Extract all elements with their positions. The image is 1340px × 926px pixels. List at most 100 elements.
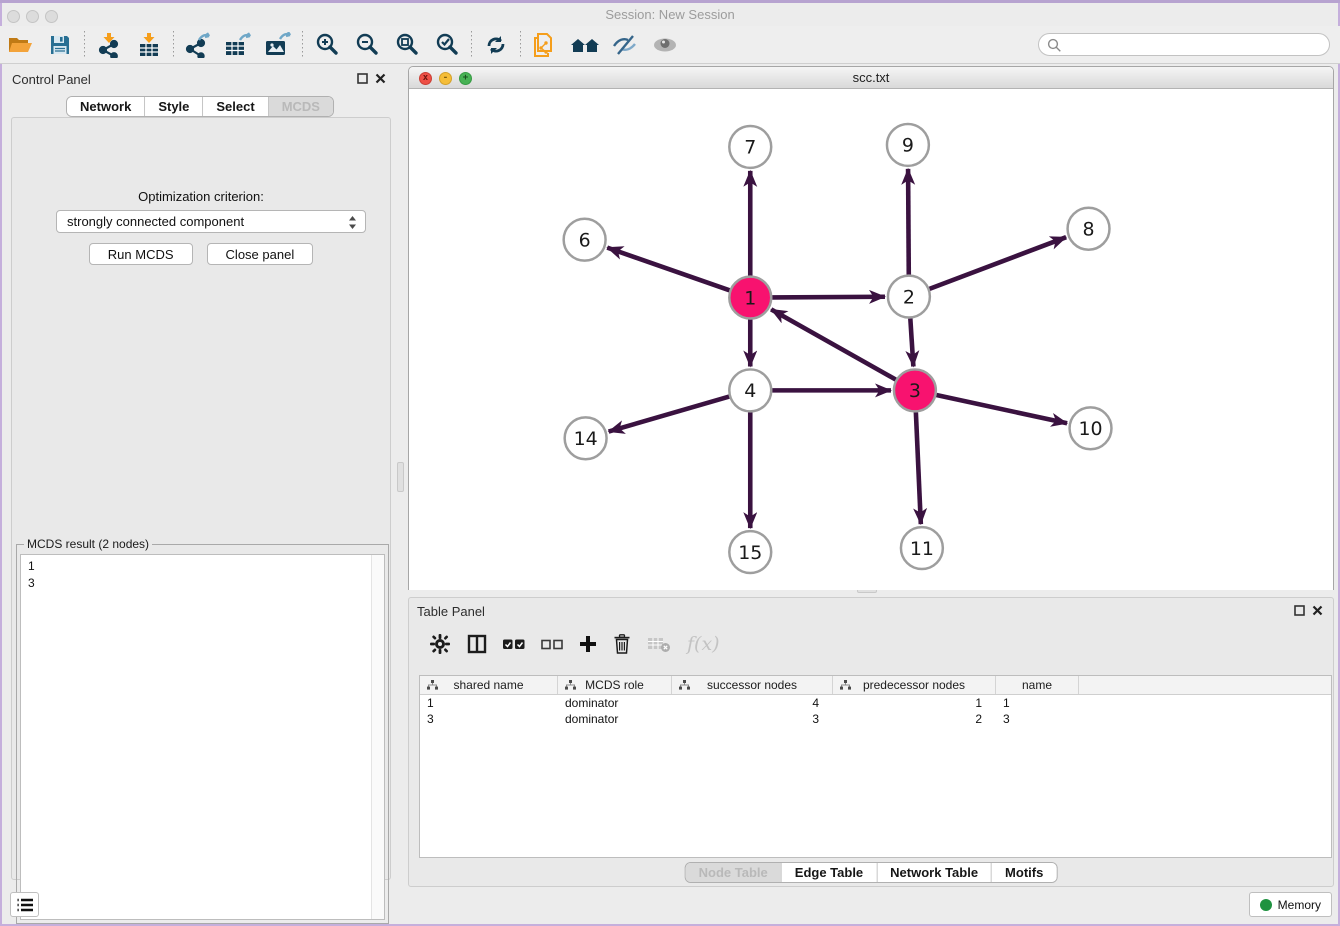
tab-node-table[interactable]: Node Table: [686, 863, 781, 882]
zoom-in-button[interactable]: [307, 29, 347, 61]
run-mcds-button[interactable]: Run MCDS: [89, 243, 193, 265]
float-panel-icon[interactable]: [1294, 605, 1305, 616]
node-table-header: shared nameMCDS rolesuccessor nodesprede…: [420, 676, 1331, 695]
zoom-selected-button[interactable]: [427, 29, 467, 61]
node-label-14: 14: [574, 428, 598, 450]
node-label-2: 2: [903, 286, 915, 308]
save-session-button[interactable]: [40, 29, 80, 61]
node-label-1: 1: [744, 287, 756, 309]
search-input[interactable]: [1065, 35, 1320, 54]
tab-mcds[interactable]: MCDS: [268, 97, 333, 116]
application-window: Session: New Session: [0, 0, 1340, 926]
zoom-fit-button[interactable]: [387, 29, 427, 61]
criterion-select[interactable]: strongly connected component: [56, 210, 366, 233]
result-scrollbar[interactable]: [371, 555, 384, 919]
eye-icon: [651, 33, 679, 57]
float-panel-icon[interactable]: [357, 73, 368, 84]
edge-3-10[interactable]: [936, 395, 1067, 423]
task-history-button[interactable]: [10, 892, 39, 917]
cell-predecessor-nodes[interactable]: 2: [833, 712, 996, 726]
network-window-title: scc.txt: [409, 70, 1333, 85]
memory-button[interactable]: Memory: [1249, 892, 1332, 917]
edge-2-3[interactable]: [910, 319, 913, 367]
copy-network-button[interactable]: [525, 29, 565, 61]
cell-MCDS-role[interactable]: dominator: [558, 712, 672, 726]
tab-network[interactable]: Network: [67, 97, 144, 116]
import-network-button[interactable]: [89, 29, 129, 61]
select-all-icon[interactable]: [503, 638, 525, 650]
refresh-button[interactable]: [476, 29, 516, 61]
open-file-button[interactable]: [0, 29, 40, 61]
cell-successor-nodes[interactable]: 3: [672, 712, 833, 726]
close-panel-button[interactable]: Close panel: [207, 243, 314, 265]
tab-edge-table[interactable]: Edge Table: [781, 863, 876, 882]
toolbar-separator: [520, 31, 521, 59]
export-network-button[interactable]: [178, 29, 218, 61]
gear-icon[interactable]: [429, 633, 451, 655]
cell-predecessor-nodes[interactable]: 1: [833, 696, 996, 710]
hide-selected-button[interactable]: [605, 29, 645, 61]
deselect-all-icon[interactable]: [541, 638, 563, 650]
zoom-selected-icon: [434, 32, 460, 58]
list-icon: [16, 897, 34, 913]
folder-open-icon: [7, 33, 33, 57]
mcds-result-box: MCDS result (2 nodes) 1 3: [16, 544, 389, 924]
edge-2-9[interactable]: [908, 169, 909, 275]
export-table-icon: [224, 32, 252, 58]
column-header-successor-nodes[interactable]: successor nodes: [672, 676, 833, 694]
first-neighbors-button[interactable]: [565, 29, 605, 61]
export-table-button[interactable]: [218, 29, 258, 61]
toolbar-separator: [84, 31, 85, 59]
column-header-name[interactable]: name: [996, 676, 1079, 694]
edge-3-1[interactable]: [771, 309, 896, 379]
cell-MCDS-role[interactable]: dominator: [558, 696, 672, 710]
houses-icon: [569, 33, 601, 57]
delete-table-icon-disabled: [647, 635, 671, 653]
column-header-shared-name[interactable]: shared name: [420, 676, 558, 694]
node-label-15: 15: [738, 542, 762, 564]
tab-motifs[interactable]: Motifs: [991, 863, 1056, 882]
cell-shared-name[interactable]: 1: [420, 696, 558, 710]
node-table-body: 1dominator4113dominator323: [420, 695, 1331, 727]
add-icon[interactable]: [579, 635, 597, 653]
column-view-icon[interactable]: [467, 634, 487, 654]
close-panel-icon[interactable]: [1312, 605, 1323, 616]
trash-icon[interactable]: [613, 634, 631, 654]
tab-style[interactable]: Style: [144, 97, 202, 116]
zoom-out-icon: [354, 32, 380, 58]
node-table[interactable]: shared nameMCDS rolesuccessor nodesprede…: [419, 675, 1332, 858]
show-all-button[interactable]: [645, 29, 685, 61]
column-header-MCDS-role[interactable]: MCDS role: [558, 676, 672, 694]
zoom-fit-icon: [394, 32, 420, 58]
mcds-result-list[interactable]: 1 3: [20, 554, 385, 920]
tab-network-table[interactable]: Network Table: [876, 863, 991, 882]
node-label-8: 8: [1082, 219, 1094, 241]
edge-1-6[interactable]: [607, 248, 729, 291]
control-panel: Control Panel NetworkStyleSelectMCDS Opt…: [4, 66, 396, 887]
edge-3-11[interactable]: [916, 412, 921, 524]
import-table-button[interactable]: [129, 29, 169, 61]
zoom-out-button[interactable]: [347, 29, 387, 61]
zoom-in-icon: [314, 32, 340, 58]
edge-1-2[interactable]: [772, 297, 885, 298]
cell-shared-name[interactable]: 3: [420, 712, 558, 726]
import-table-icon: [137, 32, 161, 58]
copy-network-icon: [532, 32, 558, 58]
cell-name[interactable]: 1: [996, 696, 1079, 710]
tab-select[interactable]: Select: [202, 97, 267, 116]
export-image-button[interactable]: [258, 29, 298, 61]
optimization-criterion-label: Optimization criterion:: [12, 189, 390, 204]
vertical-splitter-handle[interactable]: [397, 462, 404, 492]
network-window-titlebar[interactable]: x - + scc.txt: [409, 67, 1333, 89]
node-label-7: 7: [744, 137, 756, 159]
cell-successor-nodes[interactable]: 4: [672, 696, 833, 710]
cell-name[interactable]: 3: [996, 712, 1079, 726]
edge-4-14[interactable]: [609, 397, 730, 432]
column-header-predecessor-nodes[interactable]: predecessor nodes: [833, 676, 996, 694]
table-row[interactable]: 1dominator411: [420, 695, 1331, 711]
edge-2-8[interactable]: [929, 237, 1066, 289]
table-panel-title: Table Panel: [417, 604, 485, 619]
network-canvas[interactable]: 7968124314101511: [409, 89, 1333, 590]
table-row[interactable]: 3dominator323: [420, 711, 1331, 727]
close-panel-icon[interactable]: [375, 73, 386, 84]
